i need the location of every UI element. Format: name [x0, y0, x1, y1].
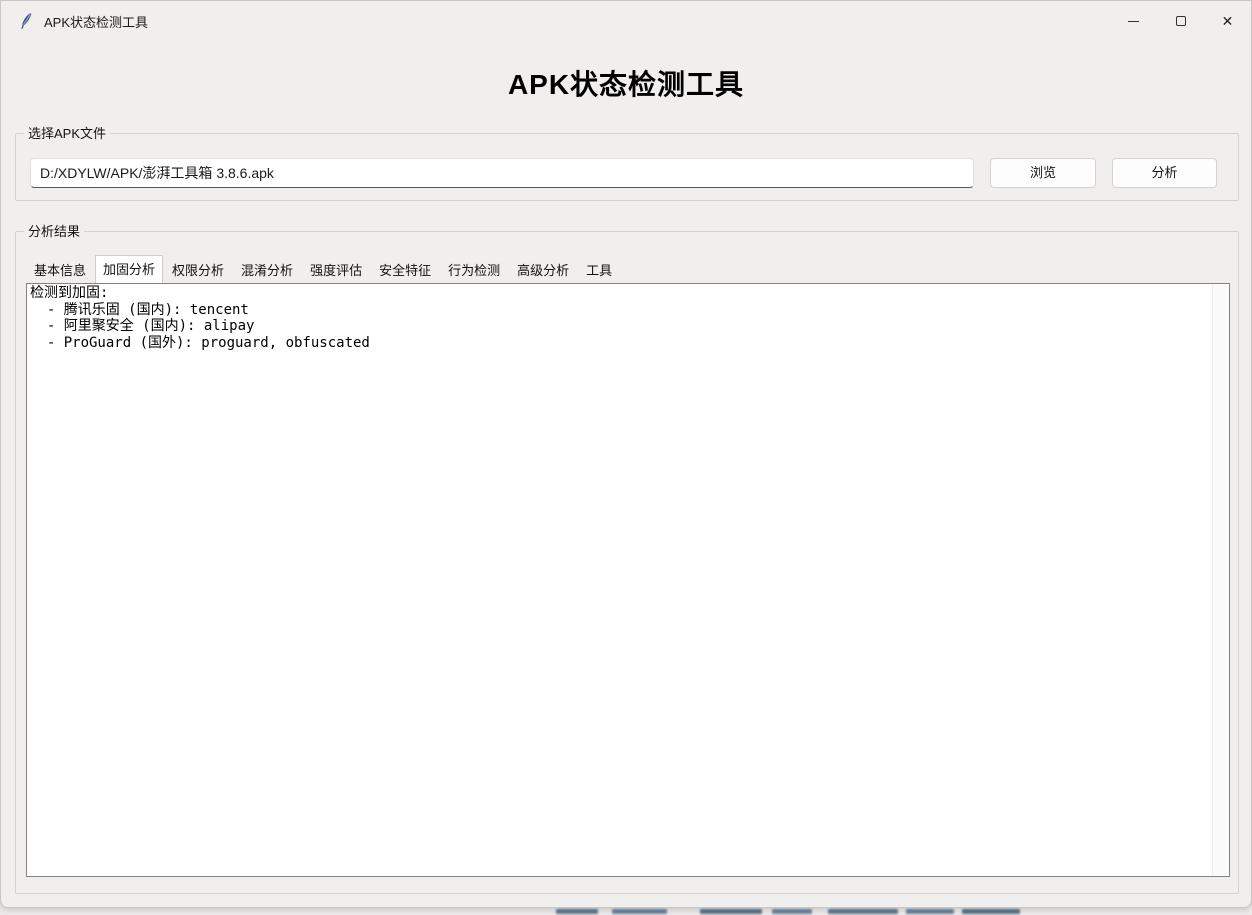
- tab-basic-info[interactable]: 基本信息: [26, 259, 94, 283]
- close-button[interactable]: ✕: [1204, 1, 1251, 41]
- output-line: 检测到加固:: [30, 285, 1209, 302]
- output-line: - 阿里聚安全 (国内): alipay: [30, 318, 1209, 335]
- minimize-button[interactable]: [1110, 1, 1157, 41]
- tab-tools[interactable]: 工具: [578, 259, 620, 283]
- page-title: APK状态检测工具: [1, 63, 1251, 103]
- output-line: - 腾讯乐固 (国内): tencent: [30, 302, 1209, 319]
- tab-packer-analysis[interactable]: 加固分析: [95, 255, 163, 283]
- analysis-output-textarea[interactable]: 检测到加固: - 腾讯乐固 (国内): tencent - 阿里聚安全 (国内)…: [26, 283, 1230, 877]
- tab-behavior-detection[interactable]: 行为检测: [440, 259, 508, 283]
- taskbar-blur-segment: [828, 909, 898, 914]
- close-icon: ✕: [1222, 14, 1234, 28]
- taskbar-blur-segment: [700, 909, 762, 914]
- file-select-groupbox: 选择APK文件 浏览 分析: [15, 133, 1239, 201]
- maximize-button[interactable]: [1157, 1, 1204, 41]
- minimize-icon: [1128, 21, 1139, 22]
- app-window: APK状态检测工具 ✕ APK状态检测工具 选择APK文件 浏览 分析 分析结果…: [0, 0, 1252, 908]
- analyze-button[interactable]: 分析: [1112, 158, 1217, 188]
- browse-button[interactable]: 浏览: [990, 158, 1096, 188]
- maximize-icon: [1176, 16, 1186, 26]
- titlebar[interactable]: APK状态检测工具 ✕: [1, 1, 1251, 41]
- taskbar-blur-segment: [772, 909, 812, 914]
- analysis-output-text: 检测到加固: - 腾讯乐固 (国内): tencent - 阿里聚安全 (国内)…: [30, 285, 1209, 874]
- taskbar-blur-segment: [612, 909, 667, 914]
- apk-path-input[interactable]: [30, 158, 974, 188]
- tab-security-features[interactable]: 安全特征: [371, 259, 439, 283]
- taskbar-blur-segment: [906, 909, 954, 914]
- tk-feather-icon: [18, 12, 34, 30]
- tab-obfuscation-analysis[interactable]: 混淆分析: [233, 259, 301, 283]
- vertical-scrollbar[interactable]: [1212, 284, 1229, 876]
- taskbar-blur-segment: [962, 909, 1020, 914]
- taskbar-blur-segment: [556, 909, 598, 914]
- window-title: APK状态检测工具: [44, 12, 148, 31]
- file-select-label: 选择APK文件: [24, 124, 110, 144]
- results-label: 分析结果: [24, 222, 84, 242]
- tab-strength-evaluation[interactable]: 强度评估: [302, 259, 370, 283]
- results-groupbox: 分析结果 基本信息 加固分析 权限分析 混淆分析 强度评估 安全特征 行为检测 …: [15, 231, 1239, 894]
- tab-advanced-analysis[interactable]: 高级分析: [509, 259, 577, 283]
- output-line: - ProGuard (国外): proguard, obfuscated: [30, 335, 1209, 352]
- tab-permission-analysis[interactable]: 权限分析: [164, 259, 232, 283]
- results-tabbar: 基本信息 加固分析 权限分析 混淆分析 强度评估 安全特征 行为检测 高级分析 …: [26, 257, 621, 283]
